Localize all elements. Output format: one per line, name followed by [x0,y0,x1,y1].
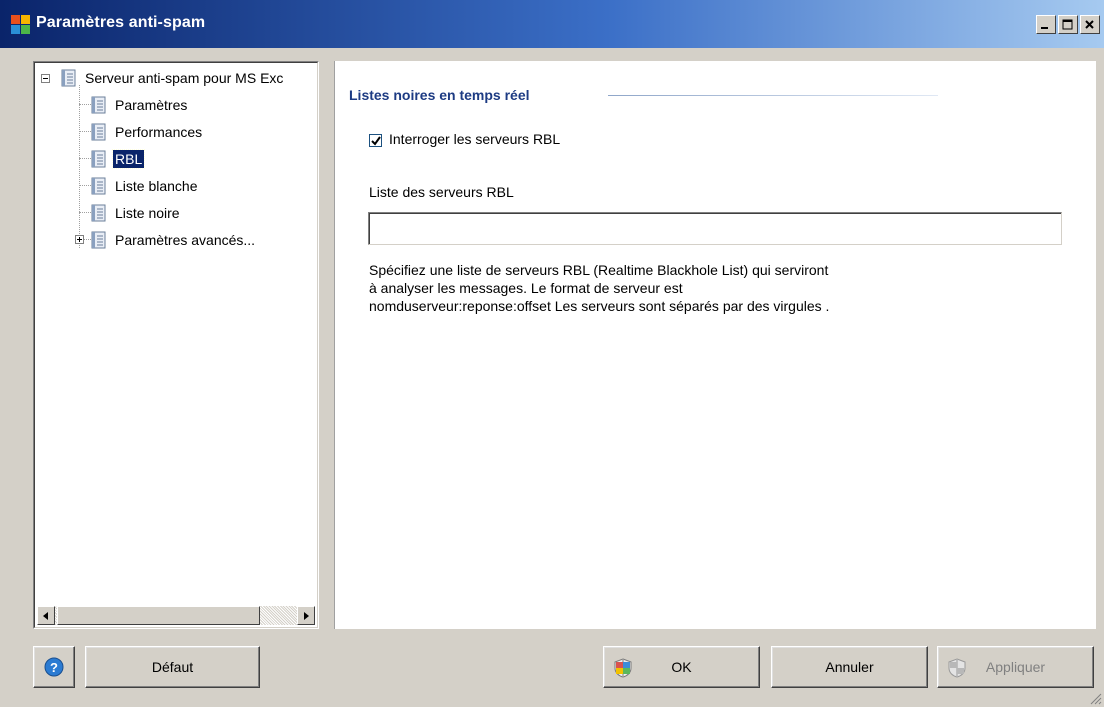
default-button-label: Défaut [151,659,194,675]
tree-item-label: RBL [111,149,146,169]
close-button[interactable] [1080,15,1100,34]
ok-button[interactable]: OK [603,646,760,688]
book-icon [61,69,76,87]
settings-tree[interactable]: Serveur anti-spam pour MS Exc Paramètres… [33,61,319,629]
help-icon: ? [44,657,64,677]
cancel-button-label: Annuler [825,659,874,675]
tree-root-label: Serveur anti-spam pour MS Exc [85,70,284,86]
tree-item-rbl[interactable]: RBL [91,148,146,170]
horizontal-scrollbar[interactable] [37,606,315,625]
apply-button-label: Appliquer [985,659,1046,675]
tree-item-parametres[interactable]: Paramètres [91,94,189,116]
section-divider [608,95,938,96]
tree-connector [79,158,91,159]
tree-item-label: Paramètres [115,97,188,113]
window-title: Paramètres anti-spam [36,14,206,31]
tree-item-liste-blanche[interactable]: Liste blanche [91,175,200,197]
apply-button[interactable]: Appliquer [937,646,1094,688]
tree-item-performances[interactable]: Performances [91,121,204,143]
tree-item-label: Paramètres avancés... [115,232,256,248]
book-icon [91,123,106,141]
tree-item-label: Liste noire [115,205,180,221]
content-panel: Listes noires en temps réel Interroger l… [334,61,1096,629]
tree-connector [79,185,91,186]
arrow-left-icon [43,612,48,620]
scrollbar-thumb[interactable] [57,606,260,625]
resize-grip-icon[interactable] [1090,693,1102,705]
help-button[interactable]: ? [33,646,75,688]
default-button[interactable]: Défaut [85,646,260,688]
expand-toggle[interactable] [75,235,84,244]
tree-item-parametres-avances[interactable]: Paramètres avancés... [91,229,257,251]
help-description: Spécifiez une liste de serveurs RBL (Rea… [369,262,830,314]
shield-icon [614,658,632,678]
cancel-button[interactable]: Annuler [771,646,928,688]
checkmark-icon [371,136,381,146]
tree-connector [79,104,91,105]
book-icon [91,231,106,249]
book-icon [91,177,106,195]
section-title: Listes noires en temps réel [349,87,530,103]
tree-item-label: Performances [115,124,203,140]
minimize-button[interactable] [1036,15,1056,34]
window-controls [1036,15,1100,34]
tree-connector [79,212,91,213]
close-icon [1085,20,1094,29]
book-icon [91,150,106,168]
tree-item-liste-noire[interactable]: Liste noire [91,202,182,224]
shield-icon [948,658,966,678]
arrow-right-icon [304,612,309,620]
rbl-list-label: Liste des serveurs RBL [369,184,514,200]
title-bar[interactable]: Paramètres anti-spam [0,0,1104,48]
scroll-right-button[interactable] [297,606,315,625]
app-logo-icon [11,15,30,34]
tree-connector [79,85,80,248]
maximize-icon [1062,19,1073,30]
tree-root[interactable]: Serveur anti-spam pour MS Exc [61,67,285,89]
book-icon [91,204,106,222]
ok-button-label: OK [671,659,692,675]
collapse-toggle[interactable] [41,74,50,83]
rbl-servers-input[interactable] [368,212,1062,245]
query-rbl-checkbox[interactable] [369,134,382,147]
settings-window: Paramètres anti-spam Serveur anti-spam p… [0,0,1104,707]
book-icon [91,96,106,114]
maximize-button[interactable] [1058,15,1078,34]
svg-text:?: ? [50,660,58,675]
scroll-left-button[interactable] [37,606,55,625]
minimize-icon [1041,27,1048,29]
tree-connector [79,131,91,132]
query-rbl-label[interactable]: Interroger les serveurs RBL [389,131,560,147]
tree-item-label: Liste blanche [115,178,198,194]
